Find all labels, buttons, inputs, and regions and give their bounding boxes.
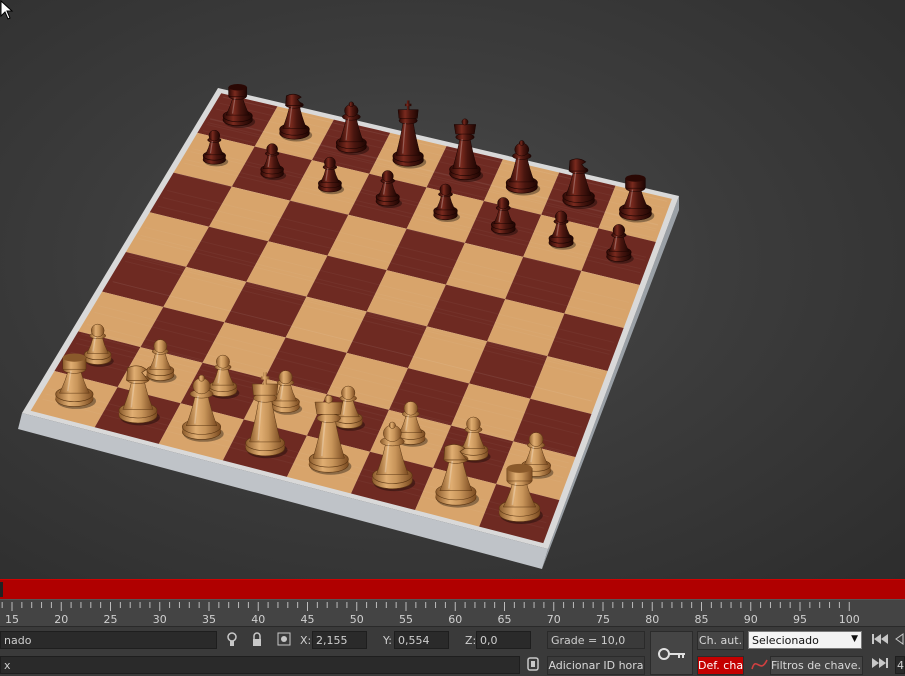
timeline-tick-label: 15 xyxy=(5,613,19,626)
z-label: Z: xyxy=(465,634,476,647)
grid-size-display: Grade = 10,0 xyxy=(547,631,645,649)
timeline-tick-label: 75 xyxy=(596,613,610,626)
time-slider-bar[interactable] xyxy=(0,579,905,600)
set-key-mode-button[interactable] xyxy=(650,631,693,675)
timeline-tick-label: 90 xyxy=(744,613,758,626)
timeline-tick-label: 85 xyxy=(695,613,709,626)
timeline-tick-label: 25 xyxy=(104,613,118,626)
set-key-button[interactable]: Def. chave xyxy=(697,656,744,675)
selection-set-dropdown[interactable]: Selecionado ▼ xyxy=(748,631,862,649)
timeline-tick-label: 20 xyxy=(54,613,68,626)
timeline-tick-label: 65 xyxy=(498,613,512,626)
timeline-tick-label: 80 xyxy=(645,613,659,626)
timeline-tick-label: 55 xyxy=(399,613,413,626)
z-coordinate-input[interactable]: 0,0 xyxy=(476,631,531,649)
timeline-tick-label: 30 xyxy=(153,613,167,626)
timeline-tick-label: 35 xyxy=(202,613,216,626)
go-to-start-icon[interactable] xyxy=(871,633,889,648)
key-filters-button[interactable]: Filtros de chave... xyxy=(770,656,863,675)
lock-icon[interactable] xyxy=(250,632,264,651)
chevron-down-icon: ▼ xyxy=(851,634,858,644)
auto-key-button[interactable]: Ch. aut. xyxy=(697,631,744,650)
x-label: X: xyxy=(300,634,311,647)
go-to-end-icon[interactable] xyxy=(871,657,889,672)
status-bar: nado x X: 2,155 Y: 0,554 Z: 0,0 Grade = … xyxy=(0,626,905,676)
y-label: Y: xyxy=(383,634,392,647)
prompt-line-field[interactable]: x xyxy=(0,656,520,674)
timeline-tick-label: 60 xyxy=(448,613,462,626)
add-time-tag-button[interactable]: Adicionar ID hora xyxy=(547,656,645,675)
key-icon xyxy=(657,646,687,662)
absolute-mode-icon[interactable] xyxy=(276,632,292,649)
timeline-tick-label: 40 xyxy=(251,613,265,626)
isolate-icon[interactable] xyxy=(225,632,239,651)
time-tag-icon[interactable] xyxy=(526,657,540,674)
previous-frame-icon[interactable] xyxy=(893,633,905,648)
y-coordinate-input[interactable]: 0,554 xyxy=(394,631,449,649)
selection-set-value: Selecionado xyxy=(752,634,819,647)
timeline-ticks xyxy=(0,600,905,612)
timeline-tick-label: 70 xyxy=(547,613,561,626)
timeline-ruler[interactable]: 15 20 25 30 35 40 45 50 55 60 65 70 75 80 85 90 95 100 xyxy=(0,599,905,627)
time-slider-handle[interactable] xyxy=(0,582,3,597)
timeline-tick-label: 95 xyxy=(793,613,807,626)
selection-info-field[interactable]: nado xyxy=(0,631,217,649)
arrow-cursor-icon xyxy=(0,0,14,20)
chess-scene xyxy=(0,0,905,579)
timeline-tick-label: 45 xyxy=(301,613,315,626)
3d-viewport[interactable] xyxy=(0,0,905,579)
curve-icon xyxy=(751,657,769,676)
current-frame-field[interactable]: 4 xyxy=(895,656,905,674)
timeline-tick-label: 100 xyxy=(839,613,860,626)
x-coordinate-input[interactable]: 2,155 xyxy=(312,631,367,649)
timeline-tick-label: 50 xyxy=(350,613,364,626)
